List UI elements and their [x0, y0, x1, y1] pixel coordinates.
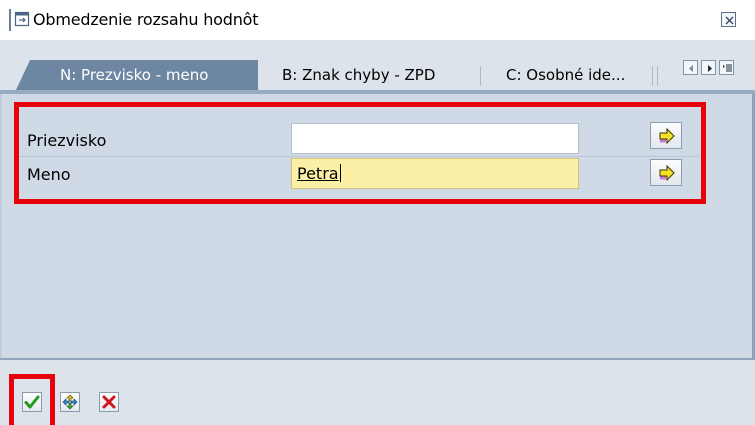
tab-strip: N: Prezvisko - meno B: Znak chyby - ZPD …: [0, 40, 755, 94]
tab-scroll-right-button[interactable]: [701, 60, 716, 75]
tab-scroll-left-button[interactable]: [683, 60, 698, 75]
multiple-selection-button[interactable]: [60, 392, 80, 412]
triangle-left-icon: [689, 65, 693, 72]
tab-label: C: Osobné ide...: [506, 66, 626, 84]
close-button[interactable]: [721, 12, 736, 27]
dialog-title: Obmedzenie rozsahu hodnôt: [33, 10, 259, 29]
tab-separator: [657, 66, 658, 86]
dialog-titlebar: Obmedzenie rozsahu hodnôt: [0, 0, 755, 34]
tab-znak-chyby[interactable]: B: Znak chyby - ZPD: [264, 60, 480, 90]
tab-label: N: Prezvisko - meno: [60, 66, 209, 84]
tab-label: B: Znak chyby - ZPD: [282, 66, 436, 84]
tab-list-icon: [723, 64, 732, 72]
tab-osobne-ide[interactable]: C: Osobné ide...: [488, 60, 648, 90]
triangle-right-icon: [708, 65, 712, 72]
close-icon: [725, 16, 734, 25]
red-x-icon: [102, 395, 116, 409]
tab-content-panel: Priezvisko Meno Petra: [0, 94, 755, 358]
tab-separator: [480, 66, 481, 86]
fields-highlight-box: [14, 102, 706, 204]
confirm-highlight-box: [9, 374, 55, 425]
titlebar-accent-line: [9, 9, 11, 31]
dialog-window-icon: [14, 11, 30, 27]
multi-select-arrows-icon: [62, 394, 78, 410]
tab-separator: [652, 66, 653, 86]
cancel-button[interactable]: [99, 392, 119, 412]
tab-list-button[interactable]: [719, 60, 734, 75]
tab-prezvisko-meno[interactable]: N: Prezvisko - meno: [16, 60, 258, 90]
